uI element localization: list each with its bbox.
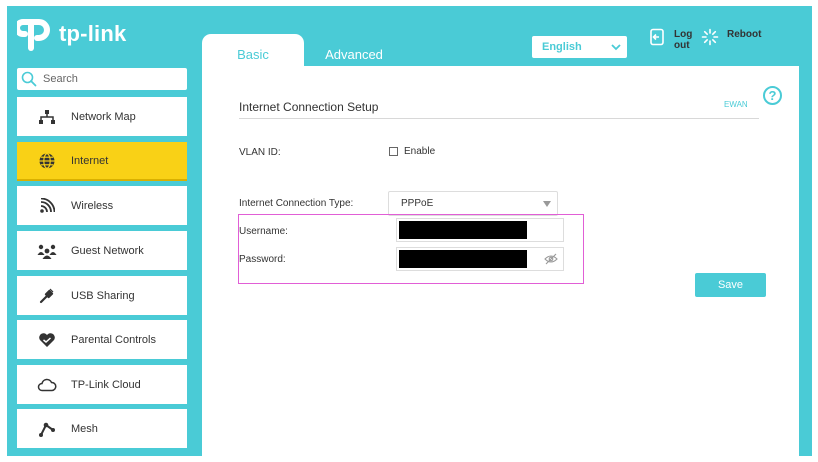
router-admin-frame: tp-link Basic Advanced English Log out R…	[7, 6, 812, 456]
sidebar-item-label: Parental Controls	[71, 333, 156, 346]
logo-text: tp-link	[59, 21, 127, 46]
connection-type-select[interactable]: PPPoE	[388, 191, 558, 216]
sidebar-item-tp-link-cloud[interactable]: TP-Link Cloud	[17, 365, 187, 404]
hide-password-icon[interactable]	[544, 253, 558, 265]
language-select[interactable]: English	[532, 36, 627, 58]
mesh-icon	[37, 419, 57, 439]
password-label: Password:	[239, 254, 286, 265]
chevron-down-icon	[611, 44, 621, 51]
logout-icon	[650, 28, 664, 46]
vlan-enable-label: Enable	[404, 146, 436, 157]
password-field[interactable]	[396, 247, 564, 271]
network-map-icon	[37, 107, 57, 127]
cloud-icon	[37, 375, 57, 395]
connection-type-label: Internet Connection Type:	[239, 198, 354, 209]
sidebar-item-mesh[interactable]: Mesh	[17, 409, 187, 448]
help-icon[interactable]: ?	[763, 86, 782, 105]
sidebar-item-wireless[interactable]: Wireless	[17, 186, 187, 225]
usb-icon	[37, 286, 57, 306]
save-button[interactable]: Save	[695, 273, 766, 297]
globe-icon	[37, 151, 57, 171]
wireless-icon	[37, 196, 57, 216]
sidebar-item-label: Internet	[71, 154, 109, 167]
dropdown-arrow-icon	[543, 200, 551, 207]
sidebar-item-network-map[interactable]: Network Map	[17, 97, 187, 136]
vlan-id-label: VLAN ID:	[239, 147, 281, 158]
sidebar-item-guest-network[interactable]: Guest Network	[17, 231, 187, 270]
parental-controls-icon	[37, 330, 57, 350]
tp-link-logo-icon	[17, 19, 50, 51]
ewan-tag: EWAN	[724, 100, 748, 109]
reboot-button[interactable]: Reboot	[690, 28, 761, 64]
sidebar-item-label: Wireless	[71, 199, 114, 212]
reboot-icon	[701, 28, 719, 46]
language-value: English	[542, 41, 582, 53]
sidebar-item-label: Guest Network	[71, 244, 144, 257]
search-input[interactable]	[43, 73, 183, 85]
sidebar-item-label: TP-Link Cloud	[71, 378, 141, 391]
section-divider	[239, 118, 759, 119]
sidebar-item-label: Mesh	[71, 422, 98, 435]
reboot-label: Reboot	[727, 29, 762, 40]
sidebar-item-label: USB Sharing	[71, 289, 135, 302]
checkbox-icon[interactable]	[389, 147, 398, 156]
sidebar-item-parental-controls[interactable]: Parental Controls	[17, 320, 187, 359]
vlan-enable-checkbox[interactable]: Enable	[389, 146, 435, 157]
sidebar-item-internet[interactable]: Internet	[17, 142, 187, 181]
password-input[interactable]	[397, 248, 563, 270]
username-input[interactable]	[397, 219, 563, 241]
sidebar-search[interactable]	[17, 68, 187, 90]
username-label: Username:	[239, 226, 288, 237]
guest-network-icon	[37, 241, 57, 261]
connection-type-value: PPPoE	[401, 198, 434, 209]
section-title: Internet Connection Setup	[239, 100, 379, 114]
search-icon	[21, 71, 37, 87]
logout-button[interactable]: Log out	[637, 28, 692, 64]
sidebar-item-label: Network Map	[71, 110, 136, 123]
tp-link-logo: tp-link	[17, 14, 126, 54]
sidebar-item-usb-sharing[interactable]: USB Sharing	[17, 276, 187, 315]
main-panel: Internet Connection Setup EWAN ? VLAN ID…	[202, 66, 799, 456]
username-field[interactable]	[396, 218, 564, 242]
